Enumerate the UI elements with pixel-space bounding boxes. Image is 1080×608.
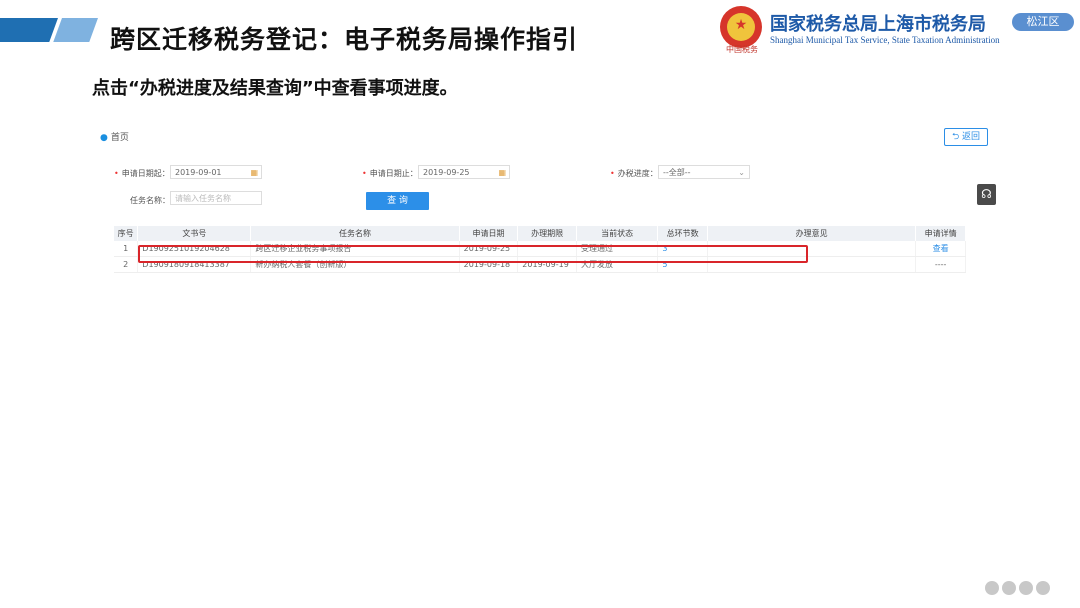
column-header: 申请详情 (915, 226, 966, 241)
tax-emblem-icon: ★ (720, 6, 762, 48)
emblem-caption: 中国税务 (726, 45, 758, 54)
start-date-label: • 申请日期起： (114, 169, 170, 178)
cell-no: 1 (114, 241, 139, 257)
progress-label: • 办税进度： (610, 169, 658, 178)
column-header: 总环节数 (657, 226, 709, 241)
end-date-input[interactable]: 2019-09-25 ▦ (418, 165, 510, 179)
column-header: 申请日期 (459, 226, 519, 241)
task-name-label: 任务名称： (130, 196, 170, 205)
query-button[interactable]: 查 询 (366, 192, 429, 210)
task-name-input[interactable]: 请输入任务名称 (170, 191, 262, 205)
portal-screenshot: ● 首页 ⮌ 返回 • 申请日期起： 2019-09-01 ▦ • 申请日期止： 201… (94, 122, 994, 282)
header-accent-bar-dark (0, 18, 58, 42)
headset-icon[interactable]: ☊ (977, 184, 996, 205)
column-header: 序号 (114, 226, 139, 241)
start-date-input[interactable]: 2019-09-01 ▦ (170, 165, 262, 179)
view-detail-link[interactable]: 查看 (915, 241, 966, 257)
page-title: 跨区迁移税务登记：电子税务局操作指引 (110, 25, 579, 54)
end-date-label: • 申请日期止： (362, 169, 418, 178)
org-name-en: Shanghai Municipal Tax Service, State Ta… (770, 35, 1000, 45)
table-header-row: 序号 文书号 任务名称 申请日期 办理期限 当前状态 总环节数 办理意见 申请详… (114, 226, 966, 241)
cell-no: 2 (114, 256, 139, 273)
breadcrumb[interactable]: ● 首页 (100, 130, 129, 143)
indicator-dot (985, 581, 999, 595)
indicator-dot (1019, 581, 1033, 595)
indicator-dot (1036, 581, 1050, 595)
column-header: 当前状态 (576, 226, 659, 241)
progress-select[interactable]: --全部-- ⌄ (658, 165, 750, 179)
column-header: 办理意见 (707, 226, 917, 241)
column-header: 任务名称 (250, 226, 460, 241)
column-header: 文书号 (137, 226, 252, 241)
column-header: 办理期限 (517, 226, 577, 241)
back-button-label: 返回 (962, 132, 981, 142)
highlight-box (138, 245, 808, 263)
chevron-down-icon: ⌄ (738, 168, 745, 177)
cell-detail: ---- (915, 256, 966, 273)
instruction-text: 点击“办税进度及结果查询”中查看事项进度。 (92, 78, 458, 99)
org-name-cn: 国家税务总局上海市税务局 (770, 14, 986, 35)
slide-indicator (985, 580, 1053, 599)
district-badge: 松江区 (1012, 13, 1074, 31)
calendar-icon[interactable]: ▦ (498, 166, 506, 180)
indicator-dot (1002, 581, 1016, 595)
calendar-icon[interactable]: ▦ (250, 166, 258, 180)
location-pin-icon: ● (100, 133, 108, 143)
back-button[interactable]: ⮌ 返回 (944, 128, 988, 146)
header-accent-bar-light (53, 18, 98, 42)
breadcrumb-home[interactable]: 首页 (111, 133, 129, 143)
back-arrow-icon: ⮌ (951, 132, 960, 142)
